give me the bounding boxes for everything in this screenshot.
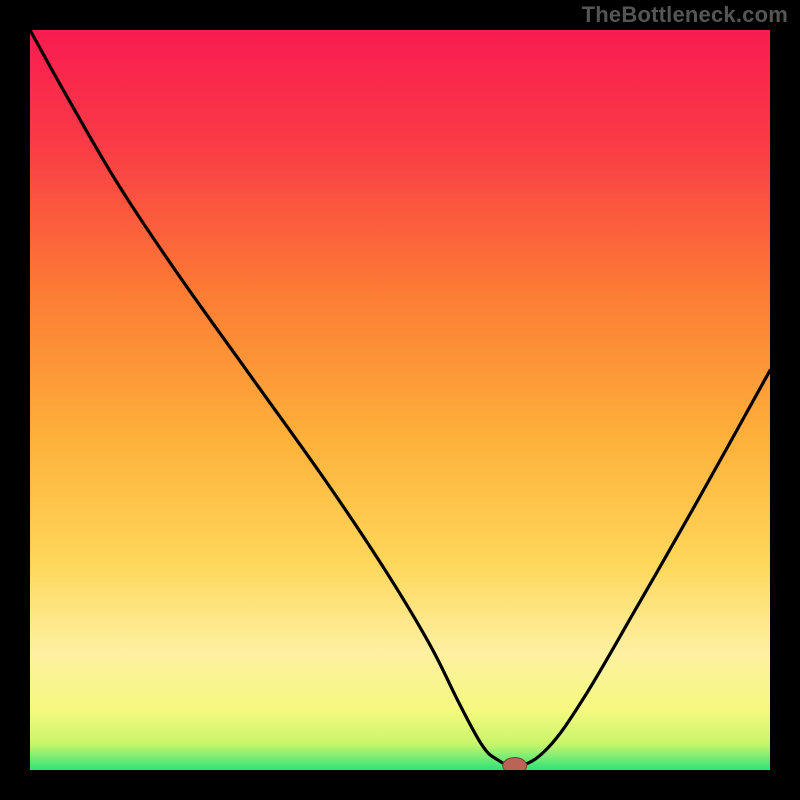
optimal-point-marker xyxy=(503,758,527,770)
plot-area xyxy=(30,30,770,770)
chart-svg xyxy=(30,30,770,770)
chart-frame: TheBottleneck.com xyxy=(0,0,800,800)
gradient-background xyxy=(30,30,770,770)
watermark-text: TheBottleneck.com xyxy=(582,2,788,28)
